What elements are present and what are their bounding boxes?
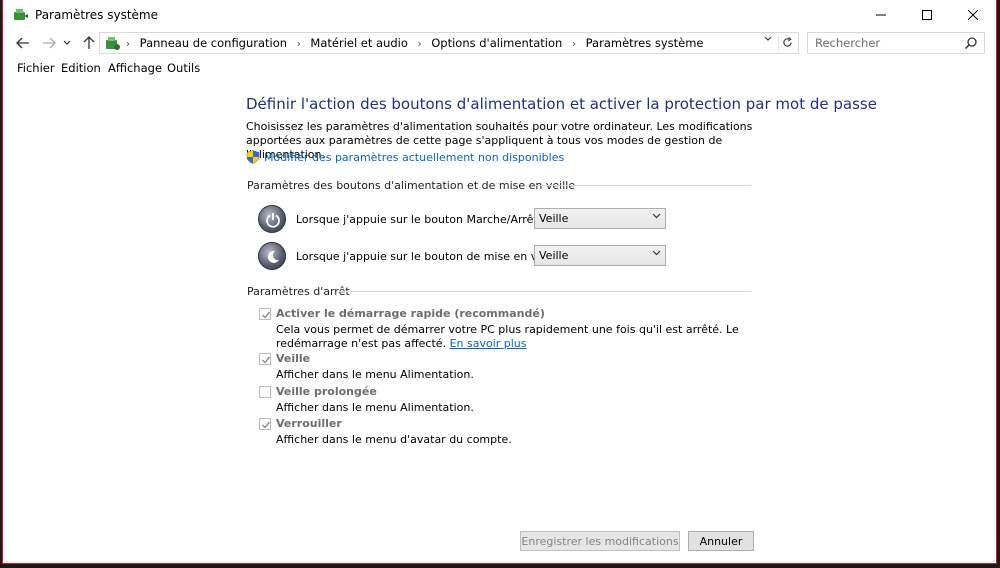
learn-more-link[interactable]: En savoir plus [450, 337, 527, 350]
breadcrumb-power-options[interactable]: Options d'alimentation [431, 36, 562, 50]
power-button-action-select[interactable]: Veille [534, 208, 666, 229]
checkmark-icon [262, 421, 271, 429]
breadcrumb-hardware-sound[interactable]: Matériel et audio [310, 36, 408, 50]
main-content: Définir l'action des boutons d'alimentat… [3, 80, 996, 563]
cancel-button[interactable]: Annuler [688, 531, 754, 551]
checkmark-icon [262, 356, 271, 364]
sleep-button-action-value: Veille [539, 249, 569, 262]
chevron-down-icon [652, 248, 661, 260]
search-box[interactable]: Rechercher [807, 32, 985, 54]
power-button-action-value: Veille [539, 212, 569, 225]
maximize-icon [922, 10, 932, 20]
lock-option-description: Afficher dans le menu d'avatar du compte… [276, 433, 512, 446]
window-title: Paramètres système [35, 8, 158, 22]
menu-file[interactable]: Fichier [17, 61, 55, 75]
lock-checkbox[interactable] [259, 418, 271, 430]
admin-settings-link-text[interactable]: Modifier des paramètres actuellement non… [264, 151, 564, 164]
lock-option-title: Verrouiller [276, 417, 342, 430]
save-changes-button[interactable]: Enregistrer les modifications [520, 531, 680, 551]
address-dropdown-button[interactable] [760, 35, 776, 51]
back-button[interactable] [13, 33, 33, 53]
minimize-button[interactable] [858, 0, 904, 30]
fast-startup-description: Cela vous permet de démarrer votre PC pl… [276, 323, 756, 351]
checkmark-icon [262, 311, 271, 319]
back-arrow-icon [16, 37, 29, 49]
breadcrumb-separator-icon[interactable]: › [572, 39, 576, 50]
refresh-button[interactable] [778, 35, 796, 51]
sleep-option-description: Afficher dans le menu Alimentation. [276, 368, 474, 381]
admin-settings-link[interactable]: Modifier des paramètres actuellement non… [246, 150, 564, 164]
breadcrumb-separator-icon[interactable]: › [297, 39, 301, 50]
maximize-button[interactable] [904, 0, 950, 30]
power-options-app-icon [13, 7, 29, 23]
address-bar[interactable]: › Panneau de configuration › Matériel et… [99, 32, 799, 54]
section-divider [535, 185, 751, 186]
breadcrumb-separator-icon[interactable]: › [418, 39, 422, 50]
shutdown-section-title: Paramètres d'arrêt [247, 285, 350, 298]
up-button[interactable] [79, 33, 99, 53]
sleep-button-icon [258, 242, 286, 270]
menu-view[interactable]: Affichage [108, 61, 162, 75]
minimize-icon [876, 14, 886, 16]
menu-edit[interactable]: Edition [61, 61, 101, 75]
section-divider [339, 291, 751, 292]
uac-shield-icon [246, 150, 260, 164]
fast-startup-checkbox[interactable] [259, 308, 271, 320]
chevron-down-icon [63, 40, 71, 45]
search-input[interactable]: Rechercher [815, 36, 880, 50]
page-title: Définir l'action des boutons d'alimentat… [246, 95, 877, 113]
power-button-icon [258, 205, 286, 233]
forward-button[interactable] [39, 33, 59, 53]
close-button[interactable] [950, 0, 996, 30]
power-buttons-section-title: Paramètres des boutons d'alimentation et… [247, 179, 576, 192]
menu-tools[interactable]: Outils [167, 61, 200, 75]
breadcrumb-control-panel[interactable]: Panneau de configuration [140, 36, 287, 50]
hibernate-checkbox[interactable] [259, 386, 271, 398]
control-panel-icon [105, 36, 121, 52]
forward-arrow-icon [43, 37, 56, 49]
power-button-label: Lorsque j'appuie sur le bouton Marche/Ar… [296, 213, 545, 226]
search-icon[interactable] [964, 36, 978, 50]
breadcrumb-system-settings[interactable]: Paramètres système [586, 36, 704, 50]
fast-startup-title: Activer le démarrage rapide (recommandé) [276, 307, 545, 320]
chevron-down-icon [764, 36, 772, 41]
sleep-button-label: Lorsque j'appuie sur le bouton de mise e… [296, 250, 568, 263]
power-button-row: Lorsque j'appuie sur le bouton Marche/Ar… [258, 205, 678, 235]
up-arrow-icon [83, 36, 95, 49]
sleep-option-title: Veille [276, 352, 311, 365]
hibernate-option-description: Afficher dans le menu Alimentation. [276, 401, 474, 414]
close-icon [968, 10, 978, 20]
breadcrumb: › Panneau de configuration › Matériel et… [126, 36, 704, 50]
sleep-button-row: Lorsque j'appuie sur le bouton de mise e… [258, 242, 678, 272]
title-bar[interactable]: Paramètres système [3, 0, 996, 30]
breadcrumb-separator-icon: › [126, 39, 130, 50]
navigation-bar: › Panneau de configuration › Matériel et… [3, 30, 996, 56]
refresh-icon [783, 37, 792, 47]
hibernate-option-title: Veille prolongée [276, 385, 377, 398]
menu-bar: Fichier Edition Affichage Outils [3, 58, 996, 78]
sleep-button-action-select[interactable]: Veille [534, 245, 666, 266]
chevron-down-icon [652, 211, 661, 223]
sleep-checkbox[interactable] [259, 353, 271, 365]
control-panel-window: Paramètres système › Panneau de configur… [2, 0, 997, 564]
recent-locations-button[interactable] [61, 33, 73, 53]
